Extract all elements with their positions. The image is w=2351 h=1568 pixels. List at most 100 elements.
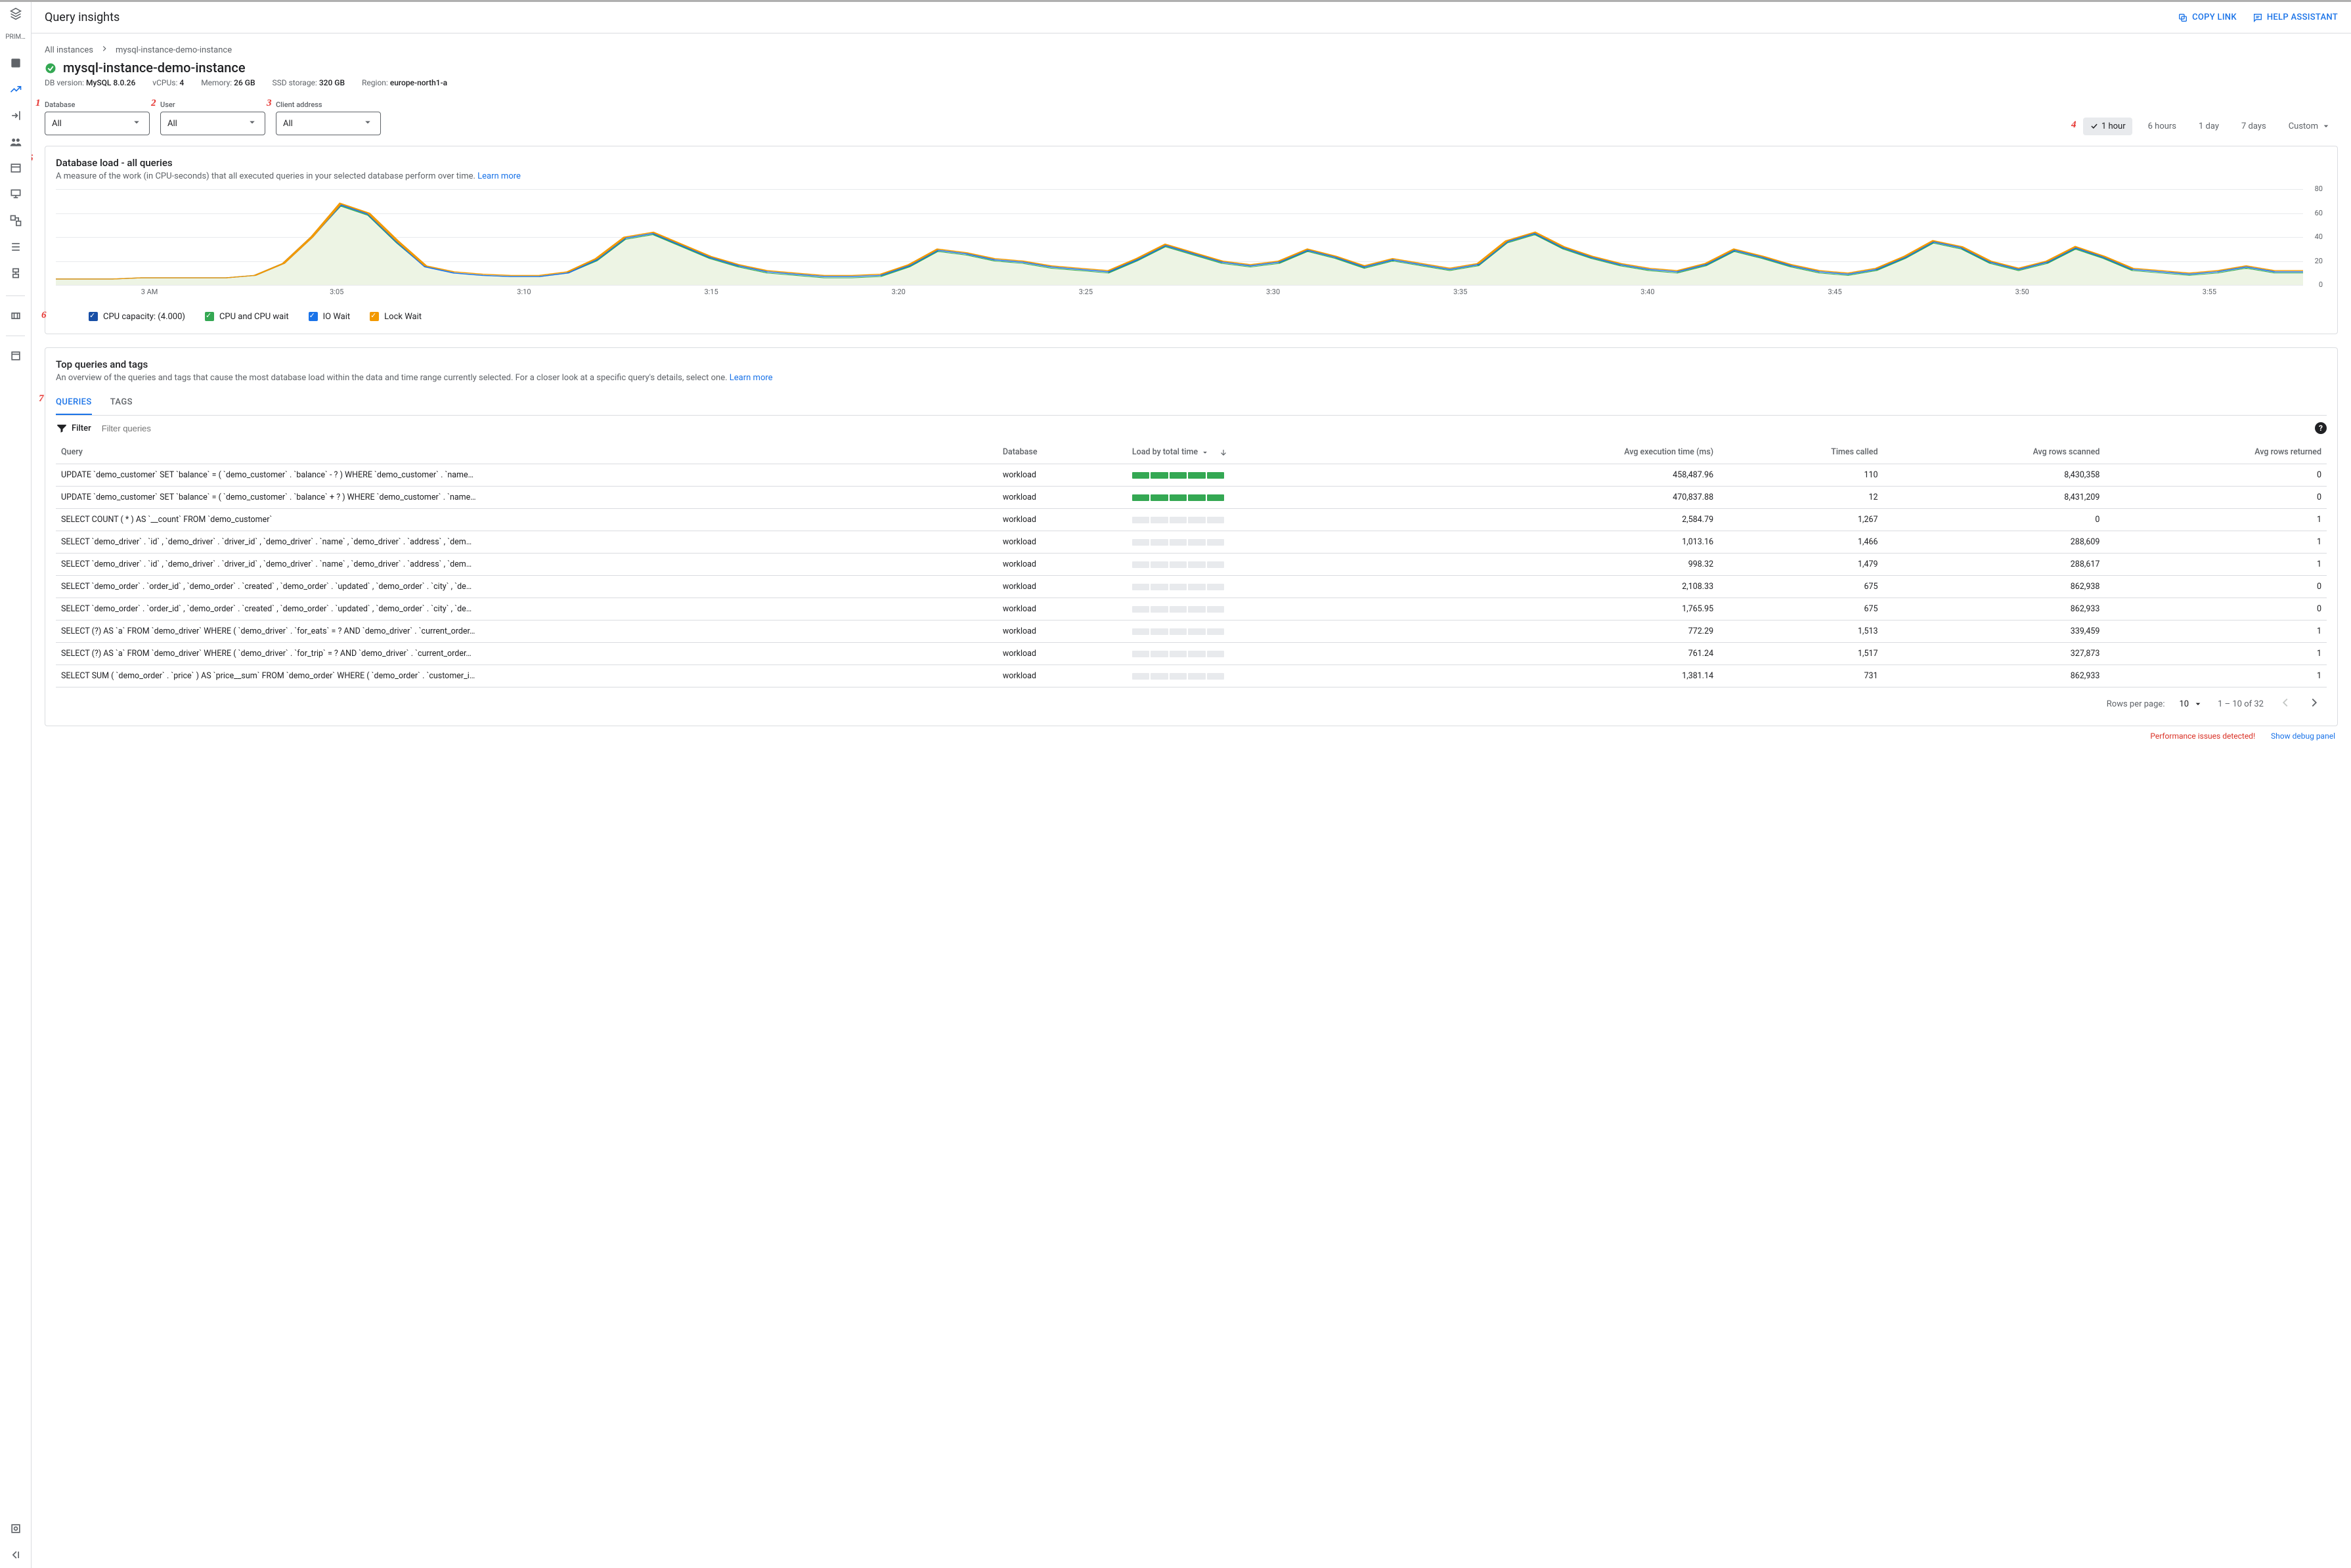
cell-returned: 1 [2105,509,2327,531]
annotation-5: 5 [32,153,41,166]
cell-database: workload [998,621,1127,643]
top-card-subtitle: An overview of the queries and tags that… [56,373,2327,383]
nav-settings-icon[interactable] [9,267,22,280]
queries-table: Query Database Load by total time [56,441,2327,687]
table-row[interactable]: SELECT `demo_order` . `order_id` , `demo… [56,598,2327,621]
table-row[interactable]: UPDATE `demo_customer` SET `balance` = (… [56,487,2327,509]
filter-client-label: Client address [276,100,381,109]
product-logo-icon[interactable] [9,7,22,20]
rows-per-page-label: Rows per page: [2107,699,2165,709]
cell-avg-exec: 470,837.88 [1433,487,1719,509]
breadcrumb-root[interactable]: All instances [45,45,93,55]
nav-backups-icon[interactable] [9,188,22,201]
table-row[interactable]: SELECT COUNT ( * ) AS `__count` FROM `de… [56,509,2327,531]
help-icon[interactable]: ? [2315,422,2327,434]
cell-load [1127,509,1433,531]
legend-item[interactable]: Lock Wait [370,312,422,322]
chevron-right-icon [100,44,109,56]
cell-times: 1,479 [1719,554,1883,576]
learn-more-link[interactable]: Learn more [730,373,773,383]
page-next-button[interactable] [2307,695,2321,712]
cell-load [1127,643,1433,665]
cell-avg-exec: 998.32 [1433,554,1719,576]
table-row[interactable]: SELECT (?) AS `a` FROM `demo_driver` WHE… [56,643,2327,665]
cell-scanned: 8,430,358 [1883,464,2105,487]
time-range-custom[interactable]: Custom [2282,117,2338,135]
filter-database-select[interactable]: All [45,112,150,135]
legend-checkbox[interactable] [205,312,214,321]
nav-insights-icon[interactable] [9,83,22,96]
legend-item[interactable]: IO Wait [309,312,351,322]
debug-panel-link[interactable]: Show debug panel [2271,731,2335,741]
time-range-1-day[interactable]: 1 day [2192,118,2226,135]
filter-user-select[interactable]: All [160,112,265,135]
cell-scanned: 327,873 [1883,643,2105,665]
filter-client-select[interactable]: All [276,112,381,135]
cell-returned: 1 [2105,665,2327,687]
cell-returned: 0 [2105,576,2327,598]
table-pager: Rows per page: 10 1 – 10 of 32 [56,687,2327,715]
tab-tags[interactable]: TAGS [110,391,133,415]
page-range: 1 – 10 of 32 [2218,699,2264,709]
cell-returned: 1 [2105,554,2327,576]
nav-operations-icon[interactable] [9,240,22,253]
help-assistant-button[interactable]: HELP ASSISTANT [2252,12,2338,23]
nav-users-icon[interactable] [9,135,22,148]
table-row[interactable]: SELECT `demo_driver` . `id` , `demo_driv… [56,554,2327,576]
cell-load [1127,621,1433,643]
cell-query: UPDATE `demo_customer` SET `balance` = (… [56,464,998,487]
legend-checkbox[interactable] [309,312,318,321]
status-warning[interactable]: Performance issues detected! [2150,731,2255,741]
cell-returned: 0 [2105,487,2327,509]
cell-avg-exec: 772.29 [1433,621,1719,643]
page-prev-button[interactable] [2278,695,2293,712]
rows-per-page-select[interactable]: 10 [2179,699,2203,709]
copy-link-button[interactable]: COPY LINK [2178,12,2237,23]
legend-item[interactable]: CPU capacity: (4.000) [89,312,185,322]
time-range-6-hours[interactable]: 6 hours [2142,118,2183,135]
col-database[interactable]: Database [998,441,1127,464]
time-range-7-days[interactable]: 7 days [2235,118,2273,135]
nav-marketplace-icon[interactable] [9,1522,22,1535]
cell-scanned: 288,609 [1883,531,2105,554]
top-queries-card: Top queries and tags An overview of the … [45,347,2338,726]
tab-queries[interactable]: QUERIES [56,391,92,415]
table-row[interactable]: SELECT SUM ( `demo_order` . `price` ) AS… [56,665,2327,687]
cell-query: SELECT SUM ( `demo_order` . `price` ) AS… [56,665,998,687]
learn-more-link[interactable]: Learn more [477,171,521,181]
col-query[interactable]: Query [56,441,998,464]
nav-misc2-icon[interactable] [9,349,22,362]
nav-overview-icon[interactable] [9,56,22,70]
table-row[interactable]: SELECT `demo_driver` . `id` , `demo_driv… [56,531,2327,554]
filter-chip[interactable]: Filter [56,422,91,434]
table-row[interactable]: SELECT (?) AS `a` FROM `demo_driver` WHE… [56,621,2327,643]
col-scanned[interactable]: Avg rows scanned [1883,441,2105,464]
nav-misc-icon[interactable] [9,309,22,322]
legend-item[interactable]: CPU and CPU wait [205,312,289,322]
nav-storage-icon[interactable] [9,162,22,175]
cell-database: workload [998,464,1127,487]
database-load-card: 5 Database load - all queries A measure … [45,146,2338,334]
time-range-1-hour[interactable]: 1 hour [2083,118,2132,135]
cell-load [1127,487,1433,509]
cell-query: SELECT (?) AS `a` FROM `demo_driver` WHE… [56,621,998,643]
copy-icon [2178,12,2188,23]
filter-input[interactable] [100,423,2306,434]
col-returned[interactable]: Avg rows returned [2105,441,2327,464]
legend-checkbox[interactable] [370,312,379,321]
col-load[interactable]: Load by total time [1127,441,1433,464]
cell-scanned: 862,933 [1883,665,2105,687]
nav-replicas-icon[interactable] [9,214,22,227]
col-times[interactable]: Times called [1719,441,1883,464]
legend-checkbox[interactable] [89,312,98,321]
table-row[interactable]: SELECT `demo_order` . `order_id` , `demo… [56,576,2327,598]
cell-avg-exec: 2,108.33 [1433,576,1719,598]
nav-import-icon[interactable] [9,109,22,122]
cell-query: SELECT `demo_order` . `order_id` , `demo… [56,598,998,621]
cell-times: 675 [1719,576,1883,598]
col-avg-exec[interactable]: Avg execution time (ms) [1433,441,1719,464]
table-row[interactable]: UPDATE `demo_customer` SET `balance` = (… [56,464,2327,487]
load-chart[interactable]: 020406080 3 AM3:053:103:153:203:253:303:… [56,189,2327,301]
cell-times: 1,513 [1719,621,1883,643]
collapse-rail-icon[interactable] [9,1548,22,1561]
